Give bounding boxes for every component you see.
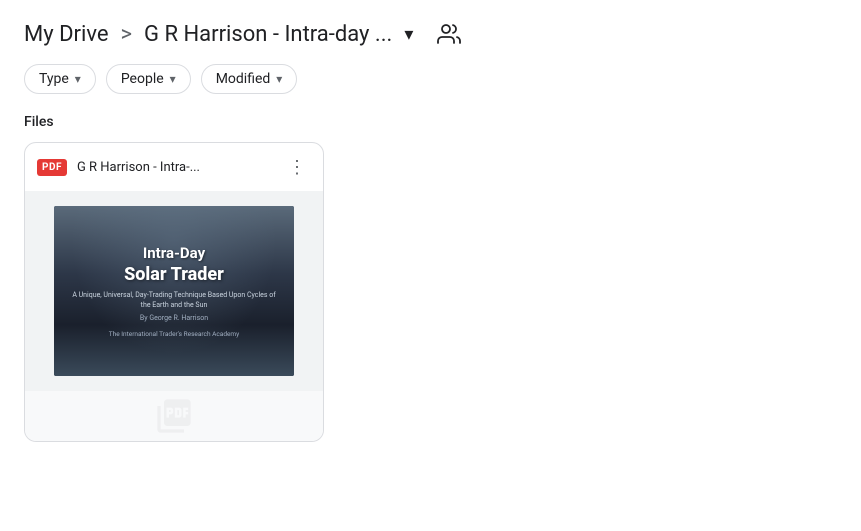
chevron-down-icon: ▾ [404, 24, 413, 45]
book-title-line1: Intra-Day [143, 244, 205, 262]
book-title-line2: Solar Trader [124, 264, 224, 285]
file-name-label: G R Harrison - Intra-... [77, 160, 273, 175]
breadcrumb-separator: > [121, 22, 133, 47]
filters-bar: Type ▾ People ▾ Modified ▾ [0, 60, 861, 110]
people-filter-label: People [121, 71, 164, 87]
book-author: By George R. Harrison [140, 314, 208, 322]
type-chevron-icon: ▾ [75, 72, 81, 86]
modified-filter-button[interactable]: Modified ▾ [201, 64, 298, 94]
share-people-button[interactable] [429, 18, 469, 50]
file-card-footer [25, 391, 323, 441]
book-cover: Intra-Day Solar Trader A Unique, Univers… [54, 206, 294, 376]
files-grid: PDF G R Harrison - Intra-... ⋮ Intra-Day… [0, 142, 861, 442]
more-options-icon: ⋮ [288, 157, 306, 178]
file-preview: Intra-Day Solar Trader A Unique, Univers… [25, 191, 323, 391]
pdf-watermark-icon [154, 396, 194, 436]
modified-filter-label: Modified [216, 71, 271, 87]
my-drive-link[interactable]: My Drive [24, 22, 109, 47]
file-card-header: PDF G R Harrison - Intra-... ⋮ [25, 143, 323, 191]
book-publisher: The International Trader's Research Acad… [109, 330, 239, 338]
people-icon [437, 22, 461, 46]
people-chevron-icon: ▾ [170, 72, 176, 86]
people-filter-button[interactable]: People ▾ [106, 64, 191, 94]
file-card[interactable]: PDF G R Harrison - Intra-... ⋮ Intra-Day… [24, 142, 324, 442]
breadcrumb-bar: My Drive > G R Harrison - Intra-day ... … [0, 0, 861, 60]
book-subtitle: A Unique, Universal, Day-Trading Techniq… [70, 291, 278, 311]
folder-dropdown-button[interactable]: ▾ [400, 22, 417, 47]
type-filter-label: Type [39, 71, 69, 87]
folder-name-label: G R Harrison - Intra-day ... [144, 22, 392, 47]
modified-chevron-icon: ▾ [276, 72, 282, 86]
type-filter-button[interactable]: Type ▾ [24, 64, 96, 94]
more-options-button[interactable]: ⋮ [283, 153, 311, 181]
files-section-label: Files [0, 110, 861, 142]
pdf-badge: PDF [37, 159, 67, 176]
